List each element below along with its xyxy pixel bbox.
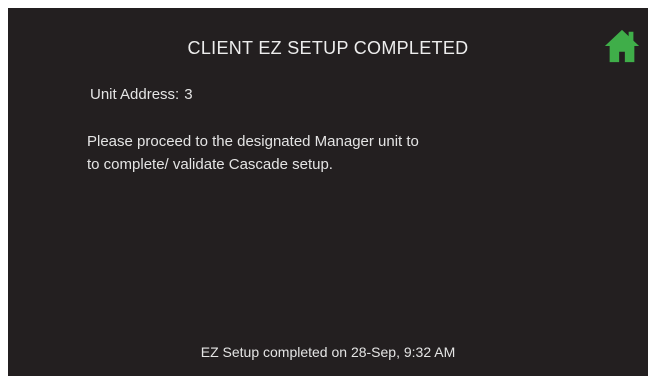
unit-address-value: 3 <box>184 86 193 103</box>
instruction-message: Please proceed to the designated Manager… <box>87 130 557 176</box>
message-line-2: to complete/ validate Cascade setup. <box>87 156 333 173</box>
unit-address: Unit Address: 3 <box>90 86 193 103</box>
completion-status: EZ Setup completed on 28-Sep, 9:32 AM <box>200 344 456 360</box>
unit-address-label: Unit Address: <box>90 86 180 103</box>
home-icon <box>604 29 640 63</box>
setup-screen: CLIENT EZ SETUP COMPLETED Unit Address: 3… <box>8 8 648 376</box>
message-line-1: Please proceed to the designated Manager… <box>87 133 419 150</box>
page-title: CLIENT EZ SETUP COMPLETED <box>187 38 469 58</box>
home-button[interactable] <box>602 26 642 66</box>
